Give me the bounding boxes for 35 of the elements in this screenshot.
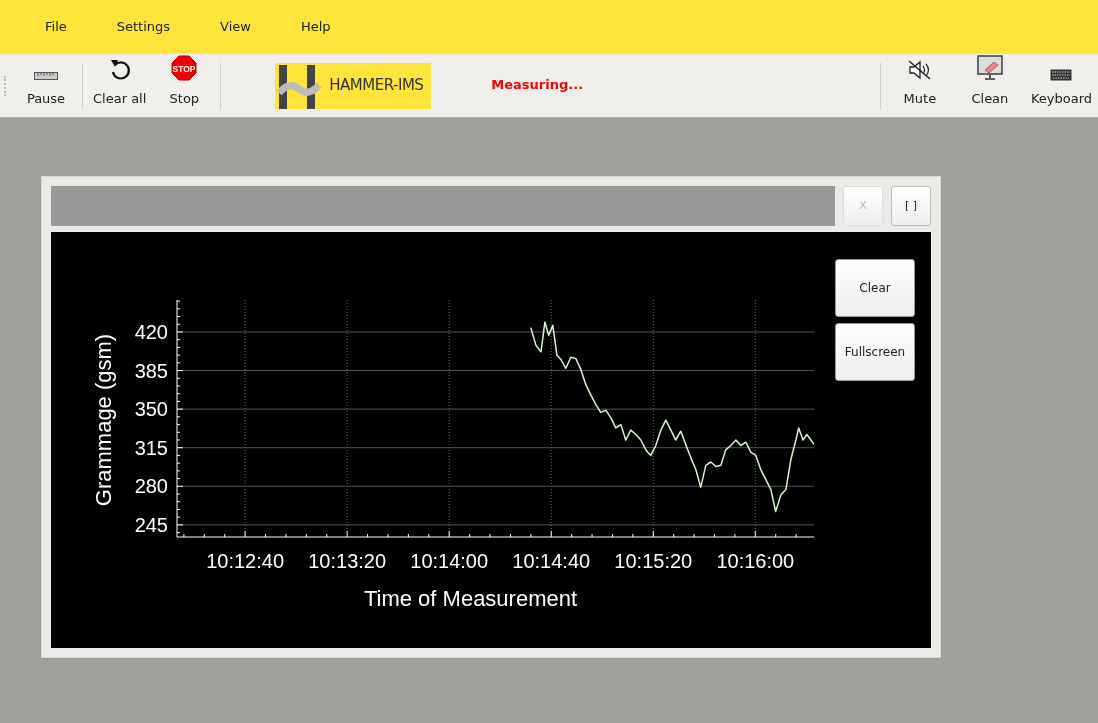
x-tick-label: 10:13:20 — [308, 550, 387, 572]
y-tick-label: 420 — [134, 320, 168, 343]
toolbar-button[interactable]: STOP Stop — [152, 53, 217, 118]
logo-text: HAMMER-IMS — [329, 75, 424, 97]
x-tick-label: 10:16:00 — [716, 550, 795, 572]
x-tick-label: 10:12:40 — [206, 550, 285, 572]
y-tick-label: 280 — [134, 475, 168, 498]
panel-header-button[interactable]: [ ] — [891, 186, 931, 226]
x-tick-label: 10:14:40 — [512, 550, 591, 572]
toolbar-button[interactable]: Clear all — [87, 53, 153, 118]
keyboard-icon — [1050, 69, 1073, 81]
undo-icon — [108, 57, 131, 81]
chart-side-button[interactable]: Clear — [835, 259, 915, 317]
y-tick-label: 385 — [134, 359, 168, 382]
x-tick-label: 10:15:20 — [614, 550, 693, 572]
toolbar-button[interactable]: Keyboard — [1024, 53, 1098, 118]
logo-icon — [277, 62, 324, 109]
muted-speaker-icon — [906, 59, 933, 81]
chart-side-button[interactable]: Fullscreen — [835, 323, 915, 381]
toolbar-button[interactable]: Mute — [884, 53, 955, 118]
menu-item[interactable]: Settings — [91, 16, 196, 37]
y-tick-label: 350 — [134, 398, 168, 421]
y-tick-label: 245 — [134, 513, 168, 536]
stop-sign-icon: STOP — [171, 55, 198, 81]
x-axis-title: Time of Measurement — [363, 586, 578, 611]
menu-item[interactable]: Help — [275, 16, 356, 37]
status-text: Measuring... — [491, 75, 584, 94]
menu-item[interactable]: File — [20, 16, 92, 37]
ruler-icon — [34, 71, 58, 81]
toolbar-button[interactable]: Clean — [954, 53, 1025, 118]
y-axis-title: Grammage (gsm) — [91, 333, 116, 507]
x-tick-label: 10:14:00 — [410, 550, 489, 572]
y-tick-label: 315 — [134, 436, 168, 459]
menu-item[interactable]: View — [195, 16, 276, 37]
toolbar-button[interactable]: Pause — [14, 53, 78, 118]
